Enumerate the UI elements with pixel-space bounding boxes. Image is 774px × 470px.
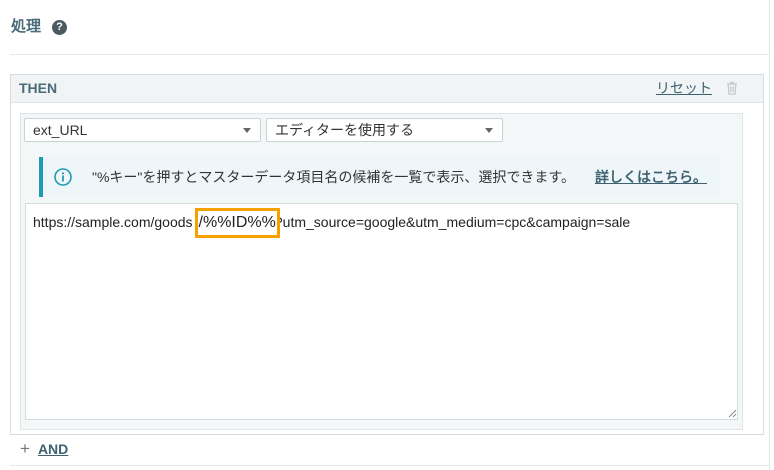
field-select-value: ext_URL — [33, 122, 88, 138]
highlight-annotation: /%%ID%% — [194, 208, 280, 239]
reset-link[interactable]: リセット — [656, 75, 712, 101]
url-editor[interactable]: https://sample.com/goods/%%ID%%?utm_sour… — [25, 203, 738, 420]
info-notice: "%キー"を押すとマスターデータ項目名の候補を一覧で表示、選択できます。 詳しく… — [39, 157, 720, 197]
section-title: 処理 — [11, 18, 42, 35]
mode-select-value: エディターを使用する — [275, 122, 415, 138]
trash-icon[interactable] — [726, 81, 738, 95]
field-select[interactable]: ext_URL — [24, 118, 261, 142]
info-detail-link[interactable]: 詳しくはこちら。 — [595, 167, 707, 187]
editor-text-before: https://sample.com/goods — [33, 214, 193, 230]
info-text-row: "%キー"を押すとマスターデータ項目名の候補を一覧で表示、選択できます。 詳しく… — [92, 157, 707, 197]
add-and-label: AND — [37, 441, 69, 457]
resize-handle-icon[interactable] — [728, 409, 737, 418]
info-message: "%キー"を押すとマスターデータ項目名の候補を一覧で表示、選択できます。 — [92, 169, 575, 185]
mode-select[interactable]: エディターを使用する — [266, 118, 503, 142]
action-body: ext_URL エディターを使用する "%キー"を押すとマスターデータ項目名の候… — [20, 113, 743, 430]
add-and-button[interactable]: AND — [20, 439, 68, 460]
bottom-divider — [10, 465, 770, 466]
chevron-down-icon — [485, 128, 493, 133]
then-panel: THEN リセット ext_URL エディターを使用する "%キー"を押すとマス… — [10, 74, 764, 435]
plus-icon — [20, 439, 30, 459]
chevron-down-icon — [243, 128, 251, 133]
editor-text-after: ?utm_source=google&utm_medium=cpc&campai… — [274, 214, 631, 230]
panel-title: THEN — [19, 80, 58, 96]
content-right-border — [769, 0, 770, 470]
section-divider — [10, 54, 770, 55]
info-circle-icon — [54, 168, 72, 186]
panel-header: THEN リセット — [11, 75, 763, 103]
question-circle-icon[interactable] — [52, 20, 67, 35]
